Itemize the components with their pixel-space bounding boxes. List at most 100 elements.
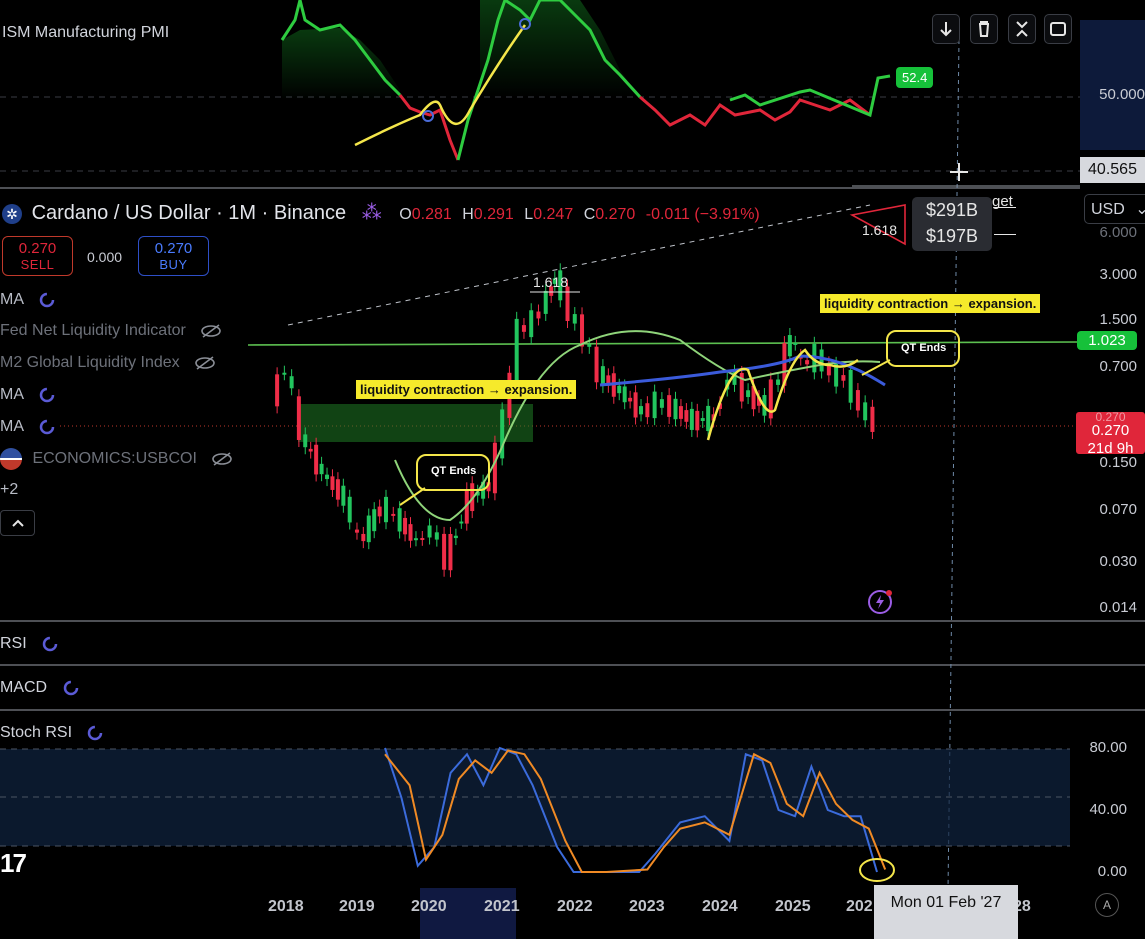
candle-body	[335, 479, 340, 500]
candle-body	[434, 532, 439, 540]
pmi-green-fill	[282, 28, 400, 100]
candle-body	[459, 521, 464, 524]
target-leader-2	[994, 234, 1016, 235]
qt-ends-label-1: QT Ends	[431, 465, 477, 477]
candle-body	[366, 515, 371, 543]
rsi-pane-label: RSI	[0, 635, 27, 653]
pmi-line-green-c	[729, 74, 891, 118]
crosshair-date-label: Mon 01 Feb '27	[874, 885, 1018, 939]
indicator-ma-2[interactable]: MA	[0, 386, 56, 404]
candle-body	[361, 533, 366, 542]
candle-body	[678, 406, 683, 419]
collapse-legend-button[interactable]	[0, 510, 35, 536]
candle-body	[667, 395, 672, 417]
candle-body	[628, 397, 633, 402]
download-button[interactable]	[932, 14, 960, 44]
indicator-m2[interactable]: M2 Global Liquidity Index	[0, 354, 216, 372]
stoch-rsi-pane[interactable]: Stoch RSI	[0, 724, 104, 742]
candle-body	[391, 513, 396, 516]
candle-body	[746, 390, 751, 398]
pmi-title: ISM Manufacturing PMI	[2, 24, 170, 41]
cardano-logo-icon: ✲	[2, 203, 22, 224]
candle-body	[617, 385, 622, 394]
x-axis-2019: 2019	[339, 898, 375, 915]
sell-button[interactable]: 0.270 SELL	[2, 236, 73, 276]
data-window-icon[interactable]: ⁂	[362, 202, 382, 224]
price-axis-0-014: 0.014	[1099, 599, 1137, 616]
candle-body	[372, 509, 377, 532]
indicator-fed[interactable]: Fed Net Liquidity Indicator	[0, 322, 222, 340]
candle-body	[841, 375, 846, 381]
stoch-rsi-pane-label: Stoch RSI	[0, 724, 73, 742]
pmi-drawing-anchor-1	[422, 110, 434, 122]
alert-bolt-icon[interactable]	[865, 587, 895, 617]
maximize-icon	[1050, 22, 1066, 36]
candle-body	[855, 390, 860, 411]
symbol-title[interactable]: Cardano / US Dollar · 1M · Binance	[32, 202, 347, 224]
chevron-down-icon: ⌄	[1135, 201, 1145, 218]
buy-price: 0.270	[154, 240, 193, 257]
low-value: 0.247	[533, 206, 574, 223]
loading-icon	[42, 636, 58, 652]
pmi-crosshair-value: 40.565	[1080, 157, 1145, 183]
candle-body	[448, 533, 453, 571]
target-ratio-label: 1.618	[862, 222, 898, 238]
macd-pane-label: MACD	[0, 679, 48, 697]
close-value: 0.270	[595, 206, 636, 223]
candle-body	[514, 318, 519, 386]
rsi-pane[interactable]: RSI	[0, 635, 59, 653]
change-value: -0.011 (−3.91%)	[645, 206, 760, 223]
macd-pane[interactable]: MACD	[0, 679, 80, 697]
candle-body	[303, 434, 308, 448]
indicator-ma-1[interactable]: MA	[0, 291, 56, 309]
candle-body	[600, 366, 605, 387]
eye-hidden-icon[interactable]	[200, 324, 222, 338]
auto-scale-button[interactable]: A	[1095, 893, 1119, 917]
maximize-button[interactable]	[1044, 14, 1072, 44]
x-axis-2021: 2021	[484, 898, 520, 915]
x-axis-2026-partial: 202	[846, 898, 873, 915]
candle-body	[275, 374, 280, 407]
candle-body	[442, 533, 447, 570]
candle-body	[580, 314, 585, 347]
candle-body	[633, 392, 638, 418]
qt-ends-label-2: QT Ends	[901, 342, 947, 354]
indicator-ma-3[interactable]: MA	[0, 418, 56, 436]
candle-body	[700, 418, 705, 421]
eye-hidden-icon[interactable]	[194, 356, 216, 370]
candle-body	[793, 342, 798, 345]
delete-button[interactable]	[970, 14, 998, 44]
indicator-economics[interactable]: ECONOMICS:USBCOI	[0, 448, 233, 470]
candle-body	[819, 349, 824, 372]
stoch-axis-80: 80.00	[1089, 739, 1127, 756]
x-axis-2022: 2022	[557, 898, 593, 915]
current-price-tag: 0.270 0.270 21d 9h	[1076, 411, 1145, 457]
candle-body	[354, 529, 359, 533]
liquidity-banner-right: liquidity contraction → expansion.	[820, 294, 1041, 313]
pmi-axis-50: 50.000	[1099, 86, 1145, 103]
spread-value: 0.000	[87, 249, 123, 265]
current-price-value: 0.270	[1091, 422, 1130, 439]
tradingview-logo[interactable]: 17	[0, 848, 27, 879]
candle-body	[863, 402, 868, 421]
collapse-button[interactable]	[1008, 14, 1036, 44]
candle-body	[787, 335, 792, 357]
stoch-axis-40: 40.00	[1089, 801, 1127, 818]
x-axis-2025: 2025	[775, 898, 811, 915]
indicator-m2-label: M2 Global Liquidity Index	[0, 354, 180, 371]
open-value: 0.281	[411, 206, 452, 223]
x-axis-2024: 2024	[702, 898, 738, 915]
candle-body	[403, 517, 408, 535]
loading-icon	[39, 292, 54, 308]
buy-button[interactable]: 0.270 BUY	[138, 236, 209, 276]
eye-hidden-icon[interactable]	[211, 452, 233, 466]
x-axis-2018: 2018	[268, 898, 304, 915]
loading-icon	[39, 387, 54, 403]
candle-body	[594, 346, 599, 383]
pmi-last-value-tag: 52.4	[896, 67, 934, 88]
more-indicators[interactable]: +2	[0, 481, 18, 499]
fib-label: 1.618	[533, 274, 569, 290]
currency-select[interactable]: USD ⌄	[1084, 194, 1145, 224]
pmi-axis-panel	[1080, 20, 1145, 150]
candle-body	[673, 398, 678, 420]
